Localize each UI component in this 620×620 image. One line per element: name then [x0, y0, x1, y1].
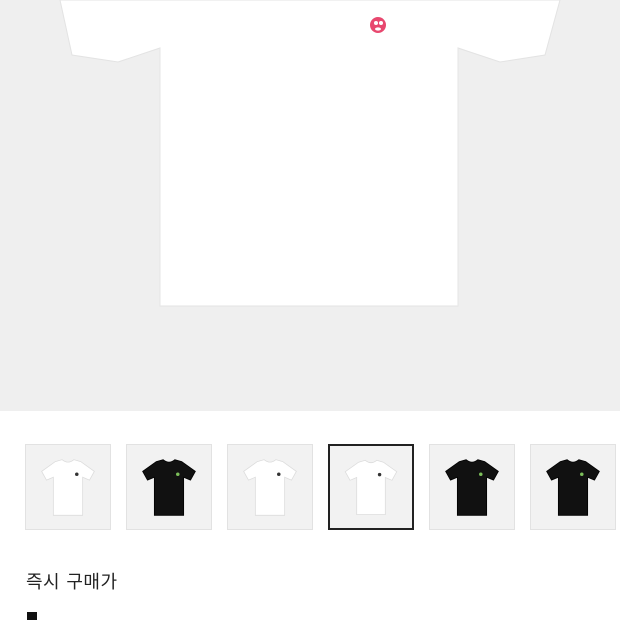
tshirt-logo-dot [277, 472, 281, 477]
thumbnail-strip [0, 444, 620, 532]
logo-emblem [370, 17, 386, 33]
product-main-image[interactable] [0, 0, 620, 411]
tshirt-thumbnail-icon [546, 459, 600, 516]
thumbnail-6[interactable] [530, 444, 616, 530]
thumbnail-1[interactable] [25, 444, 111, 530]
thumbnail-4[interactable] [328, 444, 414, 530]
tshirt-logo-dot [75, 472, 79, 477]
tshirt-shape [41, 459, 95, 516]
tshirt-thumbnail-icon [41, 459, 95, 516]
tshirt-logo-dot [377, 472, 382, 477]
price-value-partial [27, 612, 37, 620]
tshirt-logo-dot [176, 472, 180, 477]
tshirt-shape [142, 459, 196, 516]
tshirt-thumbnail-icon [243, 459, 297, 516]
tshirt-logo-dot [580, 472, 584, 477]
tshirt-shape [445, 459, 499, 516]
tshirt-image [59, 0, 561, 307]
thumbnail-3[interactable] [227, 444, 313, 530]
thumbnail-2[interactable] [126, 444, 212, 530]
tshirt-logo-dot [479, 472, 483, 477]
tshirt-thumbnail-icon [344, 459, 398, 516]
tshirt-shape [243, 459, 297, 516]
tshirt-thumbnail-icon [142, 459, 196, 516]
tshirt-thumbnail-icon [445, 459, 499, 516]
thumbnail-5[interactable] [429, 444, 515, 530]
instant-buy-price-label: 즉시 구매가 [26, 572, 118, 593]
tshirt-shape [344, 459, 398, 516]
tshirt-shape [546, 459, 600, 516]
